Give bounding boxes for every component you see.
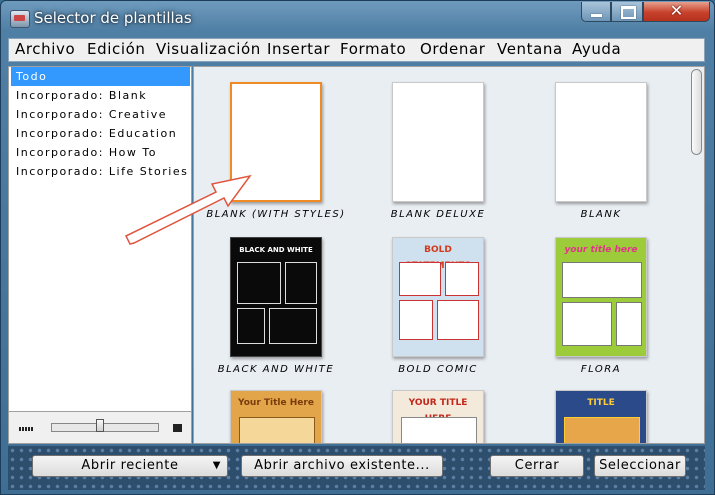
template-blank-deluxe[interactable] — [392, 82, 484, 202]
cover-title: your title here — [564, 245, 638, 255]
template-bold-comic[interactable]: BOLD STATEMENTS — [392, 237, 484, 357]
vertical-scrollbar[interactable] — [690, 67, 704, 443]
app-icon — [10, 10, 30, 28]
small-thumbnails-icon — [19, 427, 33, 431]
template-item[interactable]: YOUR TITLE HERE — [392, 390, 484, 443]
template-item[interactable]: TITLE — [555, 390, 647, 443]
dropdown-arrow-icon: ▼ — [212, 460, 221, 471]
template-label: BLANK — [580, 209, 622, 220]
menu-ordenar[interactable]: Ordenar — [420, 40, 486, 58]
menu-archivo[interactable]: Archivo — [15, 40, 75, 58]
thumbnail-size-bar — [8, 412, 192, 444]
comic-panel — [562, 262, 642, 298]
comic-panel — [399, 262, 441, 296]
large-thumbnails-icon — [173, 424, 182, 432]
comic-panel — [399, 300, 433, 340]
cover-title: Your Title Here — [238, 398, 314, 408]
pointer-arrow-overlay — [124, 174, 252, 245]
thumbnail-size-slider[interactable] — [51, 423, 159, 432]
minimize-button[interactable] — [581, 2, 611, 22]
template-item[interactable]: Your Title Here — [230, 390, 322, 443]
comic-panel — [564, 417, 640, 443]
template-label: BOLD COMIC — [398, 364, 478, 375]
menu-ayuda[interactable]: Ayuda — [572, 40, 621, 58]
open-recent-label: Abrir reciente — [81, 458, 179, 473]
close-button[interactable]: Cerrar — [490, 455, 584, 477]
cover-title: TITLE — [587, 398, 615, 408]
template-label: FLORA — [580, 364, 622, 375]
comic-panel — [437, 300, 479, 340]
template-blank[interactable] — [555, 82, 647, 202]
menu-bar: Archivo Edición Visualización Insertar F… — [8, 38, 705, 62]
template-label: BLANK DELUXE — [390, 209, 486, 220]
cover-title: BOLD STATEMENTS — [405, 245, 471, 271]
slider-thumb[interactable] — [96, 419, 104, 432]
category-item[interactable]: Incorporado: How To — [11, 143, 190, 162]
template-flora[interactable]: your title here — [555, 237, 647, 357]
comic-panel — [237, 308, 265, 344]
comic-panel — [401, 417, 477, 443]
template-grid: BLANK (WITH STYLES) BLANK DELUXE BLANK B… — [193, 66, 705, 444]
comic-panel — [239, 417, 315, 443]
menu-ventana[interactable]: Ventana — [497, 40, 563, 58]
arrow-shape — [124, 174, 252, 245]
open-existing-button[interactable]: Abrir archivo existente... — [241, 455, 443, 477]
category-item[interactable]: Incorporado: Creative — [11, 105, 190, 124]
close-window-button[interactable]: ✕ — [643, 1, 710, 22]
comic-panel — [237, 262, 281, 304]
comic-panel — [445, 262, 479, 296]
select-button[interactable]: Seleccionar — [594, 455, 686, 477]
maximize-button[interactable] — [611, 2, 643, 22]
category-item[interactable]: Incorporado: Education — [11, 124, 190, 143]
menu-formato[interactable]: Formato — [340, 40, 406, 58]
category-item[interactable]: Incorporado: Blank — [11, 86, 190, 105]
menu-insertar[interactable]: Insertar — [267, 40, 330, 58]
title-bar[interactable]: Selector de plantillas ✕ — [1, 1, 714, 37]
menu-edicion[interactable]: Edición — [87, 40, 145, 58]
cover-title: YOUR TITLE HERE — [408, 398, 468, 424]
menu-visualizacion[interactable]: Visualización — [156, 40, 261, 58]
comic-panel — [285, 262, 317, 304]
button-bar: Abrir reciente ▼ Abrir archivo existente… — [8, 446, 705, 490]
open-recent-button[interactable]: Abrir reciente ▼ — [32, 455, 228, 477]
category-item[interactable]: Todo — [11, 67, 190, 86]
comic-panel — [562, 302, 612, 346]
comic-panel — [269, 308, 317, 344]
template-label: BLACK AND WHITE — [217, 364, 335, 375]
comic-panel — [616, 302, 642, 346]
close-icon: ✕ — [669, 1, 684, 20]
scroll-thumb[interactable] — [691, 69, 702, 155]
window-title: Selector de plantillas — [34, 9, 192, 27]
